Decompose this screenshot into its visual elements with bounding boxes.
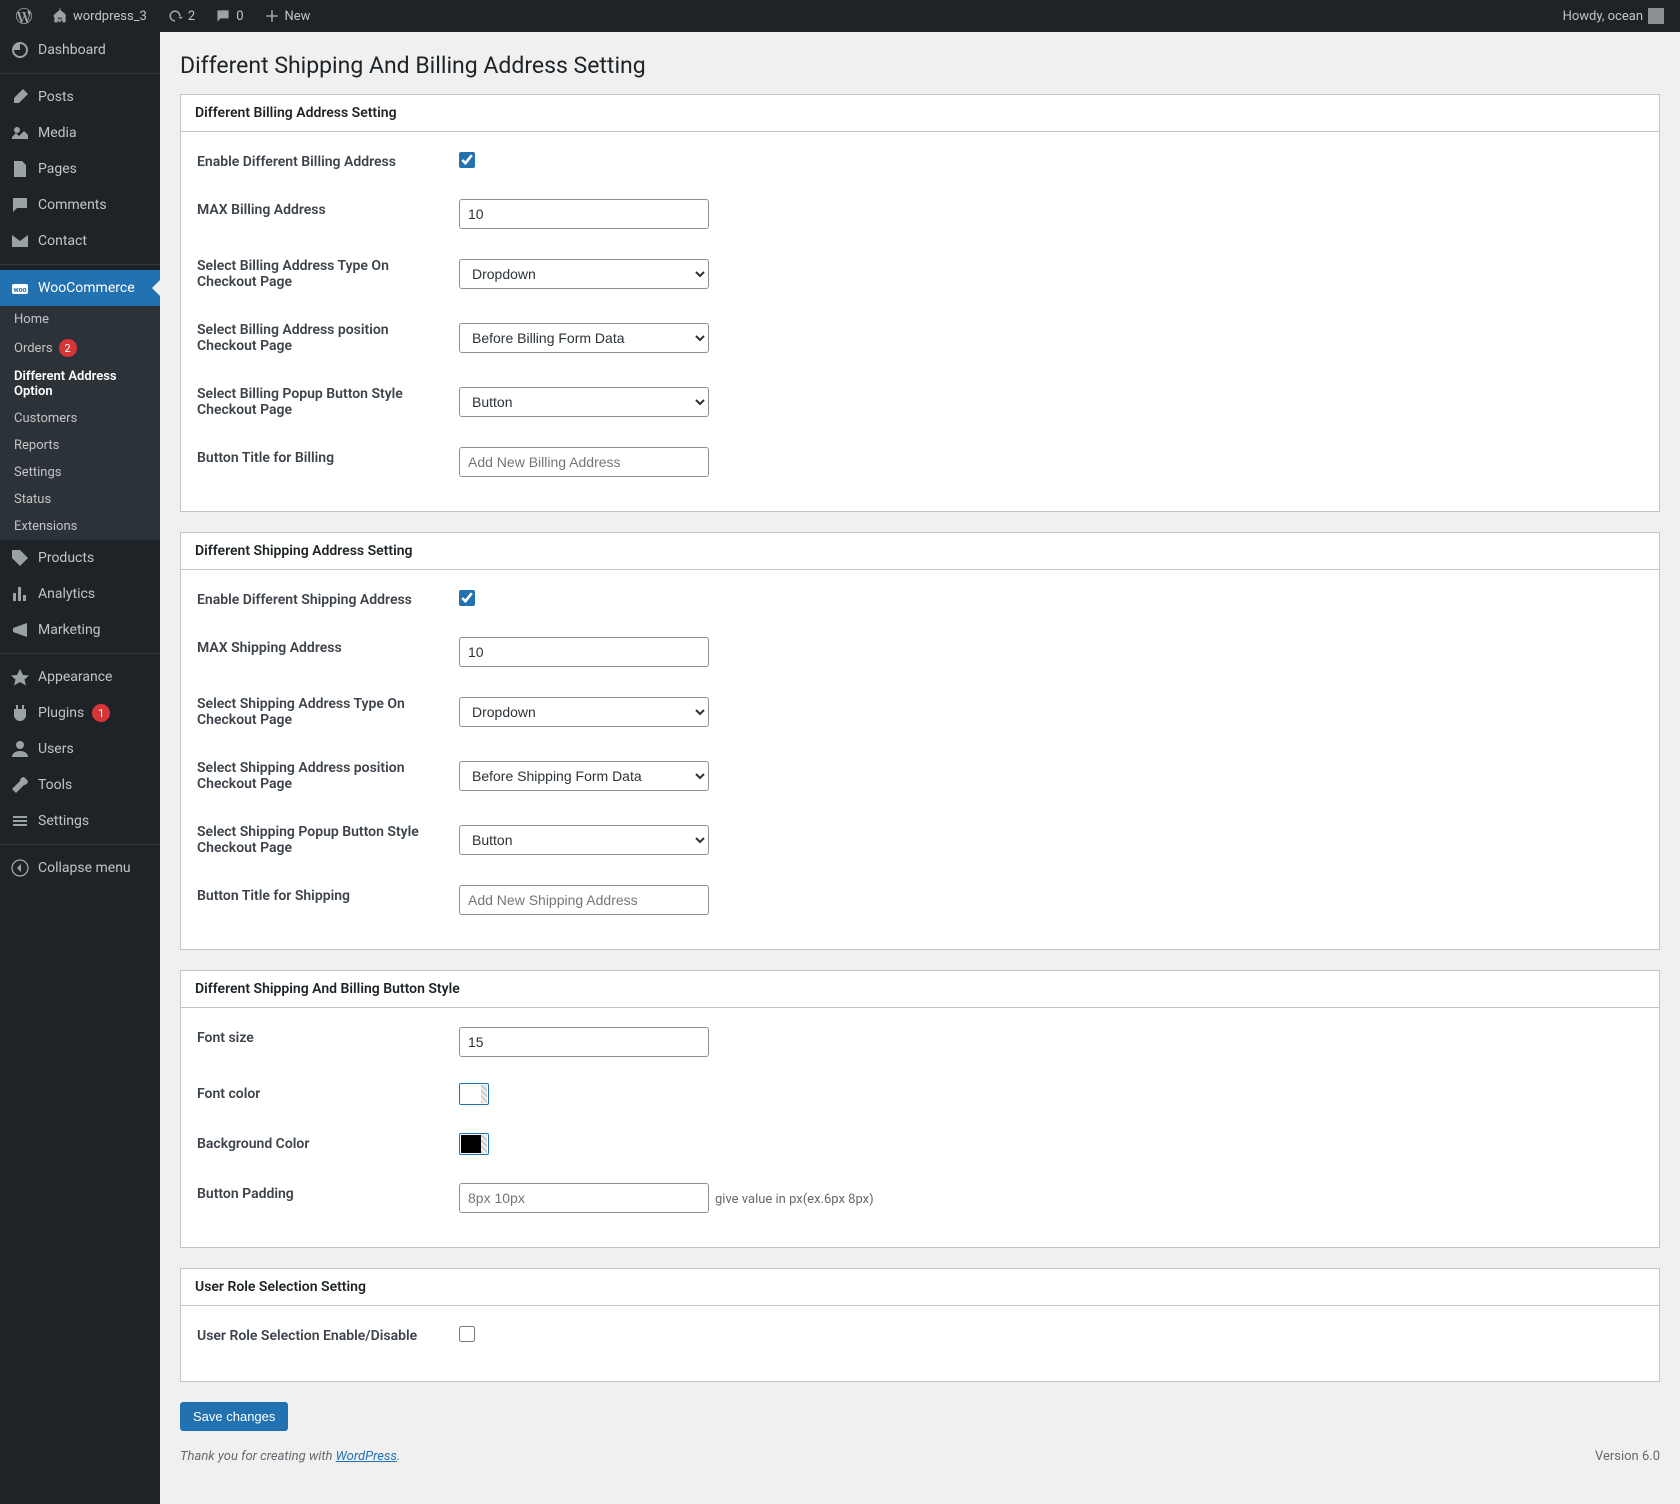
shipping-popup-select[interactable]: Button	[459, 825, 709, 855]
menu-tools[interactable]: Tools	[0, 767, 160, 803]
drag-handle-icon	[481, 1085, 487, 1103]
menu-posts[interactable]: Posts	[0, 79, 160, 115]
shipping-type-select[interactable]: Dropdown	[459, 697, 709, 727]
billing-position-label: Select Billing Address position Checkout…	[197, 307, 457, 369]
plugins-badge: 1	[92, 704, 110, 722]
user-role-panel-header: User Role Selection Setting	[181, 1269, 1659, 1306]
save-button[interactable]: Save changes	[180, 1402, 288, 1431]
wordpress-link[interactable]: WordPress	[336, 1449, 397, 1464]
menu-dashboard[interactable]: Dashboard	[0, 32, 160, 68]
svg-text:woo: woo	[13, 286, 26, 294]
shipping-max-input[interactable]	[459, 637, 709, 667]
menu-media[interactable]: Media	[0, 115, 160, 151]
orders-badge: 2	[59, 339, 77, 357]
shipping-position-select[interactable]: Before Shipping Form Data	[459, 761, 709, 791]
submenu-home[interactable]: Home	[0, 306, 160, 333]
menu-plugins[interactable]: Plugins 1	[0, 695, 160, 731]
menu-products[interactable]: Products	[0, 540, 160, 576]
billing-position-select[interactable]: Before Billing Form Data	[459, 323, 709, 353]
submenu-reports[interactable]: Reports	[0, 432, 160, 459]
padding-input[interactable]	[459, 1183, 709, 1213]
submenu-customers[interactable]: Customers	[0, 405, 160, 432]
page-title: Different Shipping And Billing Address S…	[180, 32, 1660, 94]
avatar-icon	[1648, 8, 1664, 24]
submenu-settings[interactable]: Settings	[0, 459, 160, 486]
menu-contact[interactable]: Contact	[0, 223, 160, 259]
font-size-input[interactable]	[459, 1027, 709, 1057]
billing-type-label: Select Billing Address Type On Checkout …	[197, 243, 457, 305]
billing-popup-select[interactable]: Button	[459, 387, 709, 417]
wp-logo[interactable]	[10, 0, 38, 32]
billing-popup-label: Select Billing Popup Button Style Checko…	[197, 371, 457, 433]
footer-version: Version 6.0	[1595, 1449, 1660, 1464]
billing-button-title-input[interactable]	[459, 447, 709, 477]
shipping-button-title-label: Button Title for Shipping	[197, 873, 457, 927]
bg-color-label: Background Color	[197, 1121, 457, 1169]
shipping-button-title-input[interactable]	[459, 885, 709, 915]
font-size-label: Font size	[197, 1015, 457, 1069]
submenu-different-address-option[interactable]: Different Address Option	[0, 363, 160, 405]
user-role-panel: User Role Selection Setting User Role Se…	[180, 1268, 1660, 1382]
role-enable-label: User Role Selection Enable/Disable	[197, 1313, 457, 1359]
shipping-enable-label: Enable Different Shipping Address	[197, 577, 457, 623]
menu-comments[interactable]: Comments	[0, 187, 160, 223]
billing-max-input[interactable]	[459, 199, 709, 229]
bg-color-picker[interactable]	[459, 1133, 489, 1155]
shipping-panel: Different Shipping Address Setting Enabl…	[180, 532, 1660, 950]
billing-panel: Different Billing Address Setting Enable…	[180, 94, 1660, 512]
billing-max-label: MAX Billing Address	[197, 187, 457, 241]
billing-enable-label: Enable Different Billing Address	[197, 139, 457, 185]
submenu-orders[interactable]: Orders 2	[0, 333, 160, 363]
shipping-type-label: Select Shipping Address Type On Checkout…	[197, 681, 457, 743]
billing-type-select[interactable]: Dropdown	[459, 259, 709, 289]
footer: Thank you for creating with WordPress. V…	[180, 1431, 1660, 1464]
billing-panel-header: Different Billing Address Setting	[181, 95, 1659, 132]
font-color-label: Font color	[197, 1071, 457, 1119]
admin-bar: wordpress_3 2 0 New Howdy, ocean	[0, 0, 1680, 32]
submenu-status[interactable]: Status	[0, 486, 160, 513]
bg-color-swatch	[461, 1135, 481, 1153]
updates-link[interactable]: 2	[161, 0, 201, 32]
menu-woocommerce[interactable]: wooWooCommerce	[0, 270, 160, 306]
main-content: Different Shipping And Billing Address S…	[160, 32, 1680, 1504]
font-color-swatch	[461, 1085, 481, 1103]
menu-analytics[interactable]: Analytics	[0, 576, 160, 612]
new-content-link[interactable]: New	[258, 0, 317, 32]
style-panel-header: Different Shipping And Billing Button St…	[181, 971, 1659, 1008]
padding-hint: give value in px(ex.6px 8px)	[715, 1192, 874, 1207]
billing-enable-checkbox[interactable]	[459, 152, 475, 168]
site-name-link[interactable]: wordpress_3	[46, 0, 153, 32]
shipping-panel-header: Different Shipping Address Setting	[181, 533, 1659, 570]
woocommerce-submenu: Home Orders 2 Different Address Option C…	[0, 306, 160, 540]
howdy-link[interactable]: Howdy, ocean	[1557, 0, 1670, 32]
submenu-extensions[interactable]: Extensions	[0, 513, 160, 540]
padding-label: Button Padding	[197, 1171, 457, 1225]
menu-collapse[interactable]: Collapse menu	[0, 850, 160, 886]
menu-users[interactable]: Users	[0, 731, 160, 767]
footer-thanks: Thank you for creating with WordPress.	[180, 1449, 400, 1464]
style-panel: Different Shipping And Billing Button St…	[180, 970, 1660, 1248]
shipping-max-label: MAX Shipping Address	[197, 625, 457, 679]
menu-settings[interactable]: Settings	[0, 803, 160, 839]
menu-marketing[interactable]: Marketing	[0, 612, 160, 648]
comments-link[interactable]: 0	[209, 0, 249, 32]
menu-appearance[interactable]: Appearance	[0, 659, 160, 695]
drag-handle-icon	[481, 1135, 487, 1153]
billing-button-title-label: Button Title for Billing	[197, 435, 457, 489]
font-color-picker[interactable]	[459, 1083, 489, 1105]
menu-pages[interactable]: Pages	[0, 151, 160, 187]
shipping-popup-label: Select Shipping Popup Button Style Check…	[197, 809, 457, 871]
role-enable-checkbox[interactable]	[459, 1326, 475, 1342]
admin-sidebar: Dashboard Posts Media Pages Comments Con…	[0, 32, 160, 1504]
shipping-position-label: Select Shipping Address position Checkou…	[197, 745, 457, 807]
shipping-enable-checkbox[interactable]	[459, 590, 475, 606]
